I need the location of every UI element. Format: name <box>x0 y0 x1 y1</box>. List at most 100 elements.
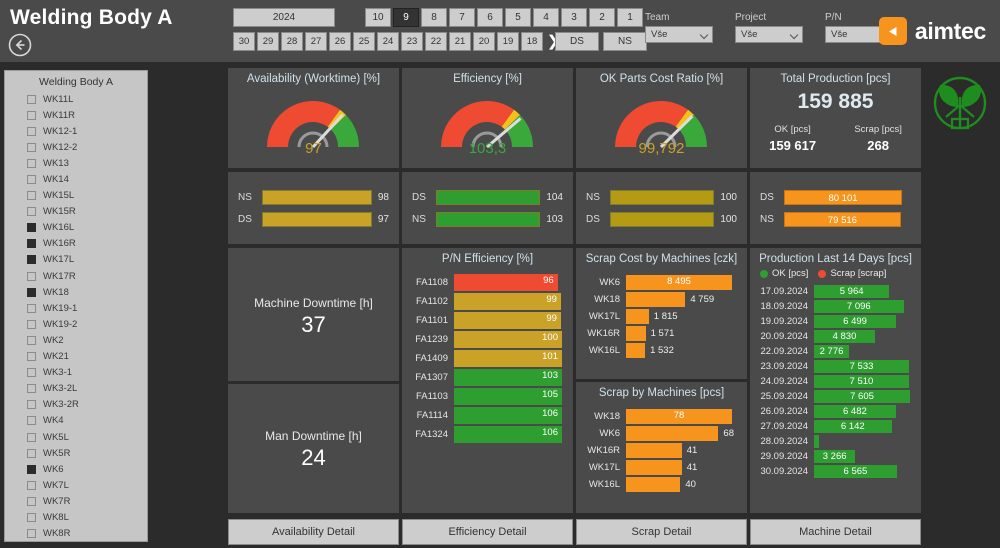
machine-checkbox[interactable] <box>27 126 36 136</box>
list-item[interactable]: WK3-2L <box>5 381 147 397</box>
machine-checkbox[interactable] <box>27 175 36 185</box>
machine-checkbox[interactable] <box>27 335 36 345</box>
day-button-29[interactable]: 29 <box>257 32 279 51</box>
day-button-28[interactable]: 28 <box>281 32 303 51</box>
machine-checkbox[interactable] <box>27 287 36 297</box>
machine-checkbox[interactable] <box>27 303 36 313</box>
list-item[interactable]: WK8L <box>5 509 147 525</box>
list-item[interactable]: WK7R <box>5 493 147 509</box>
chart-bar-value: 106 <box>542 427 558 438</box>
list-item[interactable]: WK13 <box>5 155 147 171</box>
scrap-detail-button[interactable]: Scrap Detail <box>576 519 747 545</box>
day-button-22[interactable]: 22 <box>425 32 447 51</box>
list-item[interactable]: WK7L <box>5 477 147 493</box>
month-button-3[interactable]: 3 <box>561 8 587 27</box>
efficiency-detail-button[interactable]: Efficiency Detail <box>402 519 573 545</box>
filter-select[interactable]: Vše <box>645 26 713 43</box>
machine-checkbox[interactable] <box>27 464 36 474</box>
availability-detail-button[interactable]: Availability Detail <box>228 519 399 545</box>
machine-checkbox[interactable] <box>27 271 36 281</box>
machine-checkbox[interactable] <box>27 110 36 120</box>
list-item[interactable]: WK15L <box>5 188 147 204</box>
year-button[interactable]: 2024 <box>233 8 335 27</box>
aimtec-logo: aimtec <box>878 17 986 45</box>
machine-checkbox[interactable] <box>27 319 36 329</box>
month-button-8[interactable]: 8 <box>421 8 447 27</box>
machine-checkbox[interactable] <box>27 255 36 265</box>
list-item[interactable]: WK4 <box>5 413 147 429</box>
day-button-26[interactable]: 26 <box>329 32 351 51</box>
shift-bar-label: DS <box>412 191 426 203</box>
day-button-18[interactable]: 18 <box>521 32 543 51</box>
list-item[interactable]: WK11L <box>5 91 147 107</box>
list-item[interactable]: WK5L <box>5 429 147 445</box>
machine-checkbox[interactable] <box>27 432 36 442</box>
list-item[interactable]: WK3-2R <box>5 397 147 413</box>
month-button-7[interactable]: 7 <box>449 8 475 27</box>
day-button-25[interactable]: 25 <box>353 32 375 51</box>
list-item[interactable]: WK19-2 <box>5 316 147 332</box>
list-item[interactable]: WK18 <box>5 284 147 300</box>
day-button-30[interactable]: 30 <box>233 32 255 51</box>
machine-checkbox[interactable] <box>27 207 36 217</box>
month-button-9[interactable]: 9 <box>393 8 419 27</box>
day-button-24[interactable]: 24 <box>377 32 399 51</box>
machine-checkbox[interactable] <box>27 529 36 539</box>
list-item[interactable]: WK5R <box>5 445 147 461</box>
filter-select[interactable]: Vše <box>735 26 803 43</box>
chart-bar <box>626 443 682 458</box>
machine-checkbox[interactable] <box>27 223 36 233</box>
list-item[interactable]: WK3-1 <box>5 365 147 381</box>
machine-detail-button[interactable]: Machine Detail <box>750 519 921 545</box>
machine-list-sidebar[interactable]: Welding Body A WK11L WK11R WK12-1 WK12-2 WK1… <box>4 70 148 542</box>
list-item[interactable]: WK17R <box>5 268 147 284</box>
chart-bar-row: WK18 78 <box>580 409 743 424</box>
list-item[interactable]: WK16L <box>5 220 147 236</box>
machine-checkbox[interactable] <box>27 496 36 506</box>
machine-checkbox[interactable] <box>27 191 36 201</box>
machine-checkbox[interactable] <box>27 512 36 522</box>
machine-checkbox[interactable] <box>27 94 36 104</box>
list-item[interactable]: WK17L <box>5 252 147 268</box>
list-item[interactable]: WK15R <box>5 204 147 220</box>
shift-button-ds[interactable]: DS <box>555 32 599 51</box>
month-button-5[interactable]: 5 <box>505 8 531 27</box>
day-button-23[interactable]: 23 <box>401 32 423 51</box>
machine-checkbox[interactable] <box>27 158 36 168</box>
month-button-4[interactable]: 4 <box>533 8 559 27</box>
machine-checkbox[interactable] <box>27 400 36 410</box>
list-item[interactable]: WK16R <box>5 236 147 252</box>
day-button-27[interactable]: 27 <box>305 32 327 51</box>
month-button-2[interactable]: 2 <box>589 8 615 27</box>
list-item[interactable]: WK2 <box>5 332 147 348</box>
machine-checkbox[interactable] <box>27 352 36 362</box>
list-item[interactable]: WK8R <box>5 526 147 541</box>
machine-checkbox[interactable] <box>27 448 36 458</box>
list-item[interactable]: WK12-2 <box>5 139 147 155</box>
machine-checkbox[interactable] <box>27 142 36 152</box>
machine-checkbox[interactable] <box>27 384 36 394</box>
machine-checkbox[interactable] <box>27 368 36 378</box>
machine-checkbox[interactable] <box>27 480 36 490</box>
day-button-21[interactable]: 21 <box>449 32 471 51</box>
list-item[interactable]: WK12-1 <box>5 123 147 139</box>
month-button-10[interactable]: 10 <box>365 8 391 27</box>
list-item[interactable]: WK19-1 <box>5 300 147 316</box>
chart-bar-value: 1 532 <box>650 344 674 356</box>
list-item[interactable]: WK11R <box>5 107 147 123</box>
shift-button-ns[interactable]: NS <box>603 32 647 51</box>
day-button-20[interactable]: 20 <box>473 32 495 51</box>
chart-legend: OK [pcs] Scrap [scrap] <box>750 268 921 279</box>
day-button-19[interactable]: 19 <box>497 32 519 51</box>
availability-gauge-panel: Availability (Worktime) [%] 97 <box>228 68 399 168</box>
list-item[interactable]: WK21 <box>5 349 147 365</box>
machine-checkbox[interactable] <box>27 416 36 426</box>
month-button-1[interactable]: 1 <box>617 8 643 27</box>
list-item[interactable]: WK14 <box>5 171 147 187</box>
machine-checkbox[interactable] <box>27 239 36 249</box>
shift-bar <box>262 189 372 205</box>
back-button[interactable] <box>8 33 32 57</box>
list-item[interactable]: WK6 <box>5 461 147 477</box>
chart-bar-row: FA1324 106 <box>406 426 567 443</box>
month-button-6[interactable]: 6 <box>477 8 503 27</box>
